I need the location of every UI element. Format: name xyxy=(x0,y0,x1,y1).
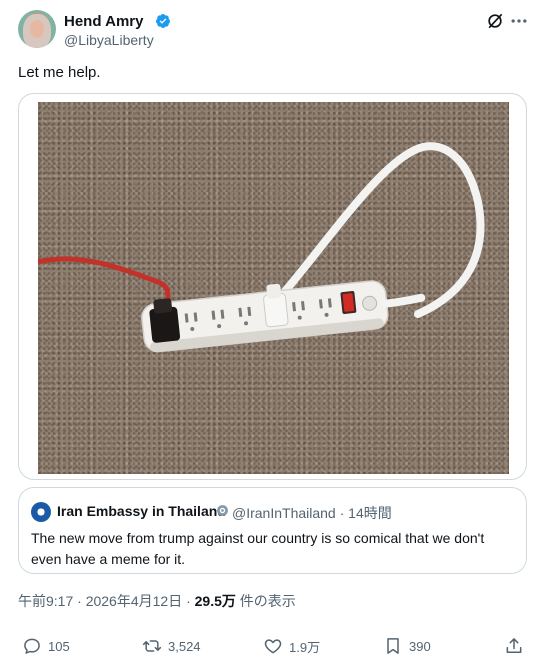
bookmark-button[interactable]: 390 xyxy=(383,632,431,660)
views-suffix: 件の表示 xyxy=(235,593,296,609)
bookmark-icon xyxy=(387,638,399,654)
like-button[interactable]: 1.9万 xyxy=(263,632,320,660)
media-card[interactable] xyxy=(18,93,527,480)
tweet-metadata: 午前9:17 · 2026年4月12日 · 29.5万 件の表示 xyxy=(18,591,296,611)
retweet-icon xyxy=(142,640,162,652)
avatar-face xyxy=(30,20,44,38)
quoted-avatar[interactable] xyxy=(31,502,51,522)
retweet-button[interactable]: 3,524 xyxy=(142,632,201,660)
retweet-count: 3,524 xyxy=(168,638,201,654)
share-icon xyxy=(506,638,522,653)
views-count: 29.5万 xyxy=(194,593,236,609)
action-bar: 105 3,524 1.9万 390 xyxy=(0,632,533,660)
verified-badge-icon xyxy=(155,14,170,28)
more-icon[interactable] xyxy=(509,11,529,31)
reply-button[interactable]: 105 xyxy=(22,632,70,660)
tweet-timestamp[interactable]: 午前9:17 · 2026年4月12日 · xyxy=(18,593,195,609)
reply-icon xyxy=(24,638,40,654)
tweet-photo[interactable] xyxy=(38,102,509,474)
quoted-text: The new move from trump against our coun… xyxy=(31,530,485,567)
like-icon xyxy=(264,639,282,654)
tweet-header: Hend Amry @LibyaLiberty xyxy=(18,10,528,50)
bookmark-count: 390 xyxy=(409,638,431,654)
power-strip-image xyxy=(38,142,485,353)
like-count: 1.9万 xyxy=(289,639,321,655)
government-badge-icon xyxy=(217,505,228,516)
grok-icon[interactable] xyxy=(485,11,505,31)
author-avatar[interactable] xyxy=(18,10,56,48)
quoted-tweet[interactable]: Iran Embassy in Thailand @IranInThailand… xyxy=(18,487,527,574)
reply-count: 105 xyxy=(48,638,70,654)
author-handle[interactable]: @LibyaLiberty xyxy=(64,32,154,48)
quoted-author-name: Iran Embassy in Thailand xyxy=(57,503,226,519)
author-name[interactable]: Hend Amry xyxy=(64,13,143,30)
share-button[interactable] xyxy=(504,632,524,660)
quoted-handle-time: @IranInThailand · 14時間 xyxy=(232,505,392,521)
tweet-text: Let me help. xyxy=(18,64,101,81)
